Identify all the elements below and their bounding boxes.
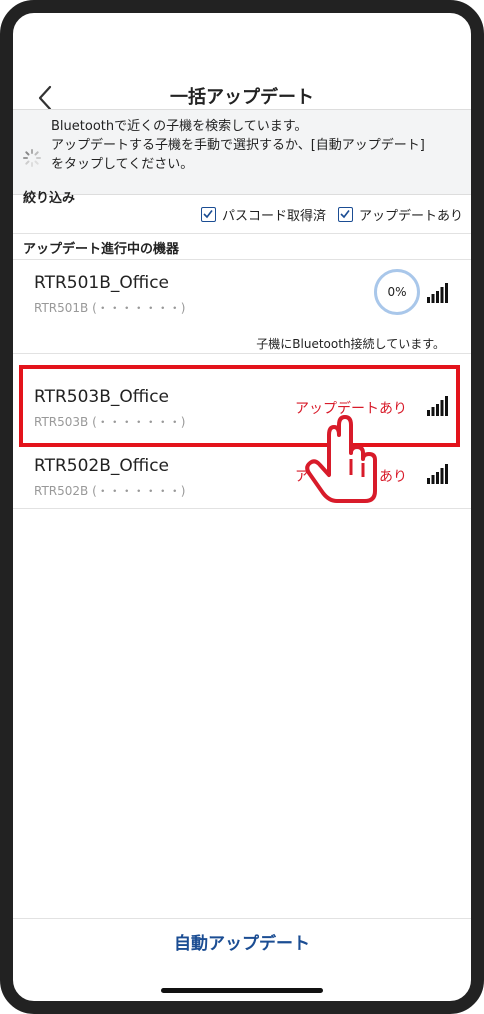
update-filter-checkbox[interactable] (337, 207, 353, 222)
pointing-hand-icon (305, 415, 377, 503)
update-filter-label[interactable]: アップデートあり (359, 205, 463, 224)
checkbox-checked-icon (203, 210, 213, 219)
divider (13, 259, 471, 260)
connection-status: 子機にBluetooth接続しています。 (256, 337, 445, 351)
signal-strength-icon (427, 283, 448, 303)
device-model: RTR501B (・・・・・・・) (34, 299, 185, 316)
passcode-filter-checkbox[interactable] (200, 207, 216, 222)
device-model-name: RTR501B (34, 301, 89, 315)
auto-update-button[interactable]: 自動アップデート (13, 929, 471, 954)
highlight-box (19, 365, 460, 447)
divider (13, 353, 471, 354)
divider (13, 233, 471, 234)
divider (13, 508, 471, 509)
device-model-name: RTR502B (34, 484, 89, 498)
info-line-1: Bluetoothで近くの子機を検索しています。 (51, 119, 308, 134)
filter-label: 絞り込み (23, 191, 76, 206)
checkbox-checked-icon (340, 210, 350, 219)
search-info-banner: Bluetoothで近くの子機を検索しています。 アップデートする子機を手動で選… (13, 109, 471, 195)
progress-label: 0% (387, 285, 407, 299)
passcode-filter-label[interactable]: パスコード取得済 (222, 205, 326, 224)
info-line-3: をタップしてください。 (51, 157, 194, 172)
device-serial-masked: (・・・・・・・) (92, 484, 186, 498)
loading-spinner-icon (23, 149, 41, 167)
divider (13, 918, 471, 919)
filter-options: パスコード取得済 アップデートあり (200, 205, 463, 224)
info-line-2: アップデートする子機を手動で選択するか、[自動アップデート] (51, 138, 425, 153)
device-name: RTR502B_Office (34, 456, 170, 476)
device-name: RTR501B_Office (34, 273, 170, 293)
device-serial-masked: (・・・・・・・) (92, 301, 186, 315)
signal-strength-icon (427, 464, 448, 484)
home-indicator (161, 988, 323, 993)
info-text: Bluetoothで近くの子機を検索しています。 アップデートする子機を手動で選… (51, 117, 425, 174)
phone-frame: 一括アップデート Bluetoothで近くの子機を検索しています。 アップデート… (0, 0, 484, 1014)
page-title: 一括アップデート (170, 87, 314, 108)
section-label: アップデート進行中の機器 (23, 242, 180, 257)
device-model: RTR502B (・・・・・・・) (34, 482, 185, 499)
